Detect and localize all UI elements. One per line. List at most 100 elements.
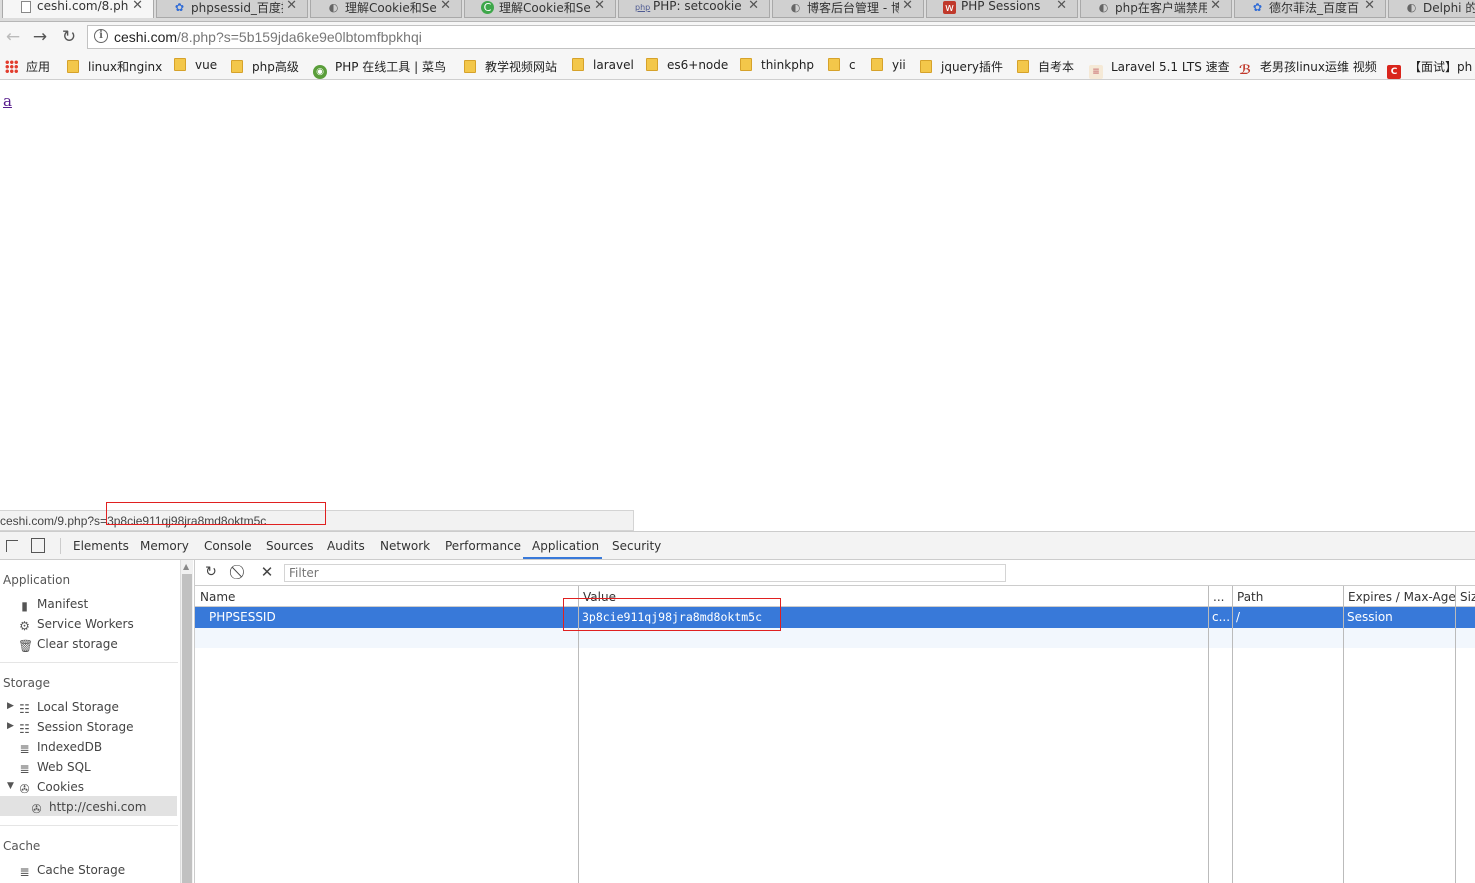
table-row-empty: [195, 628, 1475, 648]
expand-arrow-icon[interactable]: ▶: [7, 701, 14, 711]
delete-selected-icon[interactable]: ✕: [259, 564, 275, 580]
close-icon[interactable]: ✕: [1364, 0, 1375, 13]
tab-cookie-session-1[interactable]: ◐ 理解Cookie和Se ✕: [310, 0, 462, 18]
inspect-element-icon[interactable]: [6, 540, 18, 552]
sidebar-item-websql[interactable]: ≣ Web SQL: [18, 760, 90, 776]
tab-memory[interactable]: Memory: [140, 539, 189, 553]
tab-sources[interactable]: Sources: [266, 539, 313, 553]
cell-path[interactable]: /: [1236, 610, 1336, 624]
bookmark-laravel[interactable]: laravel: [572, 58, 634, 72]
sidebar-item-label: Manifest: [37, 597, 89, 611]
cell-expires[interactable]: Session: [1347, 610, 1447, 624]
column-header-size[interactable]: Size: [1455, 586, 1475, 607]
sidebar-item-clear-storage[interactable]: 🗑 Clear storage: [18, 637, 118, 653]
close-icon[interactable]: ✕: [1210, 0, 1221, 13]
close-icon[interactable]: ✕: [594, 0, 605, 13]
tab-cookie-session-2[interactable]: C 理解Cookie和Se ✕: [464, 0, 616, 18]
tab-ceshi-8[interactable]: ceshi.com/8.php ✕: [2, 0, 154, 18]
sidebar-item-session-storage[interactable]: ▶ ☷ Session Storage: [7, 720, 134, 736]
baidu-paw-icon: ✿: [1252, 1, 1263, 14]
bookmark-label: vue: [195, 58, 218, 72]
column-header-path[interactable]: Path: [1232, 586, 1343, 607]
bookmark-label: laravel: [593, 58, 634, 72]
filter-input[interactable]: [284, 564, 1006, 582]
url-text[interactable]: ceshi.com/8.php?s=5b159jda6ke9e0lbtomfbp…: [114, 29, 422, 45]
sidebar-item-service-workers[interactable]: ⚙ Service Workers: [18, 617, 134, 633]
bookmark-jquery-plugins[interactable]: jquery插件: [920, 58, 1003, 75]
tab-php-setcookie[interactable]: php PHP: setcookie ✕: [618, 0, 770, 18]
sidebar-item-cookie-origin[interactable]: ✇ http://ceshi.com: [30, 800, 146, 816]
sidebar-item-local-storage[interactable]: ▶ ☷ Local Storage: [7, 700, 119, 716]
tab-php-disable-cookie[interactable]: ◐ php在客户端禁用 ✕: [1080, 0, 1232, 18]
folder-icon: [67, 60, 79, 73]
bookmark-c[interactable]: c: [828, 58, 856, 72]
column-header-domain[interactable]: ...: [1208, 586, 1232, 607]
expand-arrow-icon[interactable]: ▶: [7, 721, 14, 731]
page-link[interactable]: a: [3, 92, 12, 110]
bookmark-self-study[interactable]: 自考本: [1017, 58, 1074, 75]
page-viewport: a: [0, 81, 1475, 531]
column-header-name[interactable]: Name: [195, 586, 578, 607]
tab-performance[interactable]: Performance: [445, 539, 521, 553]
close-icon[interactable]: ✕: [1056, 0, 1067, 13]
cell-name[interactable]: PHPSESSID: [209, 610, 569, 624]
tab-phpsessid-baidu[interactable]: ✿ phpsessid_百度搜 ✕: [156, 0, 308, 18]
bookmark-label: thinkphp: [761, 58, 815, 72]
bookmark-laravel-lts[interactable]: ≡ Laravel 5.1 LTS 速查: [1089, 58, 1230, 79]
reload-icon[interactable]: ↻: [58, 26, 80, 48]
bookmark-laonanhai[interactable]: ℬ 老男孩linux运维 视频: [1238, 58, 1377, 78]
tab-audits[interactable]: Audits: [327, 539, 365, 553]
tab-delphi-baidu[interactable]: ✿ 德尔菲法_百度百 ✕: [1234, 0, 1386, 18]
bookmark-apps[interactable]: 应用: [5, 58, 50, 75]
sidebar-item-indexeddb[interactable]: ≣ IndexedDB: [18, 740, 102, 756]
bookmark-vue[interactable]: vue: [174, 58, 217, 72]
sidebar-item-cache-storage[interactable]: ≣ Cache Storage: [18, 863, 125, 879]
sidebar-item-manifest[interactable]: ▮ Manifest: [18, 597, 88, 613]
close-icon[interactable]: ✕: [440, 0, 451, 13]
bookmark-video-sites[interactable]: 教学视频网站: [464, 58, 557, 75]
device-toolbar-icon[interactable]: [31, 538, 45, 553]
sidebar-item-cookies[interactable]: ▼ ✇ Cookies: [7, 780, 84, 796]
bookmark-label: linux和nginx: [88, 60, 163, 74]
scrollbar-thumb[interactable]: [182, 574, 192, 883]
cell-domain[interactable]: c...: [1212, 610, 1230, 624]
tab-security[interactable]: Security: [612, 539, 661, 553]
refresh-icon[interactable]: ↻: [203, 564, 219, 580]
column-divider[interactable]: [1232, 586, 1233, 883]
folder-icon: [871, 58, 883, 71]
bookmark-es6-node[interactable]: es6+node: [646, 58, 728, 72]
forward-arrow-icon[interactable]: →: [29, 26, 51, 48]
bookmark-yii[interactable]: yii: [871, 58, 906, 72]
tab-network[interactable]: Network: [380, 539, 430, 553]
column-header-expires[interactable]: Expires / Max-Age: [1343, 586, 1455, 607]
tab-elements[interactable]: Elements: [73, 539, 129, 553]
bookmark-thinkphp[interactable]: thinkphp: [740, 58, 814, 72]
info-icon[interactable]: i: [94, 29, 108, 43]
bookmark-runoob[interactable]: ◉ PHP 在线工具 | 菜鸟: [313, 58, 446, 79]
doc-icon: ≡: [1089, 65, 1103, 79]
collapse-arrow-icon[interactable]: ▼: [7, 781, 14, 791]
close-icon[interactable]: ✕: [748, 0, 759, 13]
tab-application[interactable]: Application: [532, 539, 599, 553]
column-divider[interactable]: [1343, 586, 1344, 883]
close-icon[interactable]: ✕: [902, 0, 913, 13]
scroll-up-arrow-icon[interactable]: ▲: [183, 562, 189, 571]
tab-title: 理解Cookie和Se: [499, 1, 591, 15]
back-arrow-icon[interactable]: ←: [2, 26, 24, 48]
bookmark-php-advanced[interactable]: php高级: [231, 58, 299, 75]
bookmark-linux-nginx[interactable]: linux和nginx: [67, 58, 162, 75]
column-divider[interactable]: [1455, 586, 1456, 883]
tab-delphi[interactable]: ◐ Delphi 的: [1388, 0, 1475, 18]
tab-php-sessions[interactable]: w PHP Sessions ✕: [926, 0, 1078, 18]
bookmark-interview[interactable]: C 【面试】ph: [1387, 58, 1472, 79]
tab-title: 德尔菲法_百度百: [1269, 1, 1360, 15]
tab-console[interactable]: Console: [204, 539, 252, 553]
address-bar[interactable]: i ceshi.com/8.php?s=5b159jda6ke9e0lbtomf…: [87, 25, 1475, 49]
close-icon[interactable]: ✕: [132, 0, 143, 13]
section-divider: [0, 662, 178, 663]
clear-all-icon[interactable]: ⃠: [232, 564, 248, 580]
tab-blog-admin[interactable]: ◐ 博客后台管理 - 博 ✕: [772, 0, 924, 18]
close-icon[interactable]: ✕: [286, 0, 297, 13]
column-divider[interactable]: [1208, 586, 1209, 883]
sidebar-scrollbar[interactable]: ▲: [180, 560, 193, 883]
